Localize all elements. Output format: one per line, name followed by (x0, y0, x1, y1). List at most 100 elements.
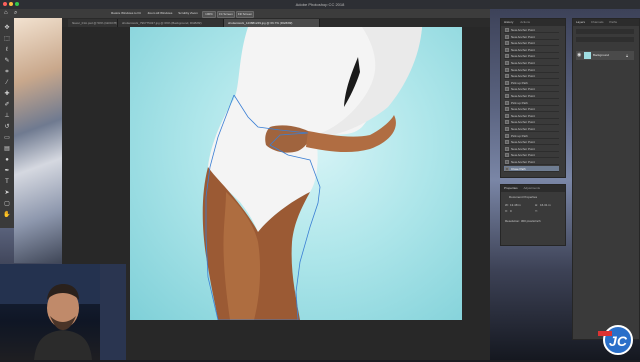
history-item[interactable]: New Anchor Point (504, 86, 559, 93)
pen-tool-icon[interactable]: ✒ (3, 167, 11, 175)
presenter-video (0, 264, 126, 360)
history-panel-header: History Actions (501, 19, 565, 26)
eraser-tool-icon[interactable]: ▭ (3, 134, 11, 142)
history-step-icon (505, 146, 509, 151)
history-step-icon (505, 54, 509, 59)
layer-row[interactable]: ◉ Background 🔒︎ (576, 51, 634, 60)
height-label: H: (535, 203, 538, 207)
history-step-icon (505, 41, 509, 46)
history-item[interactable]: New Anchor Point (504, 113, 559, 119)
tab-channels[interactable]: Channels (591, 20, 604, 24)
layer-name[interactable]: Background (593, 51, 609, 60)
history-item[interactable]: Pick up Path (504, 100, 559, 106)
hand-tool-icon[interactable]: ✋ (3, 211, 11, 219)
history-item[interactable]: New Anchor Point (504, 152, 559, 159)
history-step-icon (505, 94, 509, 98)
scrubby-zoom-checkbox[interactable]: Scrubby Zoom (177, 11, 199, 16)
history-item[interactable]: New Anchor Point (504, 47, 559, 53)
history-item[interactable]: New Anchor Point (504, 146, 559, 152)
history-item[interactable]: Close Path (504, 165, 559, 172)
tab-paths[interactable]: Paths (609, 20, 617, 24)
path-select-tool-icon[interactable]: ➤ (3, 189, 11, 197)
gradient-tool-icon[interactable]: ▤ (3, 145, 11, 153)
move-tool-icon[interactable]: ✥ (3, 24, 11, 32)
zoom-all-windows-checkbox[interactable]: Zoom All Windows (146, 11, 174, 16)
history-step-icon (505, 28, 509, 32)
properties-panel-header: Properties Adjustments (501, 185, 565, 192)
eyedropper-tool-icon[interactable]: ⁄ (3, 79, 11, 87)
history-list: New Anchor Point New Anchor Point New Anch… (501, 27, 565, 177)
history-step-icon (505, 34, 509, 39)
history-item[interactable]: New Anchor Point (504, 119, 559, 126)
healing-brush-tool-icon[interactable]: ✚ (3, 90, 11, 98)
visibility-eye-icon[interactable]: ◉ (577, 52, 581, 59)
width-label: W: (505, 203, 509, 207)
pen-path[interactable] (130, 27, 462, 320)
crop-tool-icon[interactable]: ⌗ (3, 68, 11, 76)
history-item[interactable]: New Anchor Point (504, 60, 559, 66)
resolution-text: Resolution: 300 pixels/inch (505, 219, 541, 223)
history-item[interactable]: New Anchor Point (504, 73, 559, 80)
history-step-icon (505, 153, 509, 158)
history-item[interactable]: Pick up Path (504, 80, 559, 86)
history-step-icon (505, 166, 509, 171)
zoom-100-button[interactable]: 100% (202, 11, 216, 18)
tab-shutterstock-123881249[interactable]: shutterstock_123881249.jpg @ 66.7% (RGB/… (224, 19, 320, 27)
history-step-icon (505, 127, 509, 131)
tab-actions[interactable]: Actions (520, 20, 530, 24)
marquee-tool-icon[interactable]: ⬚ (3, 35, 11, 43)
brush-tool-icon[interactable]: ✐ (3, 101, 11, 109)
history-item[interactable]: New Anchor Point (504, 126, 559, 132)
quick-select-tool-icon[interactable]: ✎ (3, 57, 11, 65)
history-item[interactable]: New Anchor Point (504, 159, 559, 165)
tab-flower[interactable]: flower_01A.psd @ 50% (GRAY/8) (68, 19, 118, 27)
blend-mode-row[interactable] (576, 37, 634, 42)
history-step-icon (505, 113, 509, 118)
fill-screen-button[interactable]: Fill Screen (236, 11, 254, 18)
webcam-overlay (0, 264, 126, 360)
history-brush-tool-icon[interactable]: ↺ (3, 123, 11, 131)
dodge-tool-icon[interactable]: ● (3, 156, 11, 164)
clone-stamp-tool-icon[interactable]: ⊥ (3, 112, 11, 120)
height-value[interactable]: 16.31 in (540, 203, 551, 207)
jc-logo-icon: JC (598, 325, 633, 355)
history-step-icon (505, 61, 509, 65)
history-step-icon (505, 120, 509, 125)
width-value[interactable]: 13.48 in (510, 203, 521, 207)
history-step-icon (505, 140, 509, 145)
document-canvas[interactable] (130, 27, 462, 320)
history-item[interactable]: New Anchor Point (504, 34, 559, 40)
history-panel: History Actions New Anchor Point New Anch… (500, 18, 566, 178)
layers-filter-row[interactable] (576, 29, 634, 34)
y-label: Y: (535, 209, 538, 213)
history-step-icon (505, 87, 509, 92)
history-item[interactable]: Pick up Path (504, 133, 559, 139)
history-step-icon (505, 80, 509, 85)
history-item[interactable]: New Anchor Point (504, 139, 559, 146)
lasso-tool-icon[interactable]: ℓ (3, 46, 11, 54)
history-item[interactable]: New Anchor Point (504, 67, 559, 73)
history-step-icon (505, 74, 509, 79)
history-item[interactable]: New Anchor Point (504, 40, 559, 47)
history-item[interactable]: New Anchor Point (504, 53, 559, 60)
tab-shutterstock-796775437[interactable]: shutterstock_796775437.jpg @ 66% (Backgr… (118, 19, 224, 27)
history-item[interactable]: New Anchor Point (504, 27, 559, 33)
history-item[interactable]: New Anchor Point (504, 93, 559, 99)
zoom-tool-icon[interactable]: ⌕ (14, 10, 20, 16)
home-icon[interactable]: ⌂ (4, 10, 10, 16)
history-step-icon (505, 160, 509, 164)
resize-windows-checkbox[interactable]: Resize Windows to Fit (110, 11, 142, 16)
tab-adjustments[interactable]: Adjustments (524, 186, 541, 190)
tab-layers[interactable]: Layers (576, 20, 585, 24)
x-value[interactable]: 0 (510, 209, 512, 213)
type-tool-icon[interactable]: T (3, 178, 11, 186)
history-item[interactable]: New Anchor Point (504, 106, 559, 113)
x-label: X: (505, 209, 508, 213)
history-step-icon (505, 100, 509, 105)
fit-screen-button[interactable]: Fit Screen (217, 11, 235, 18)
tab-history[interactable]: History (504, 20, 513, 24)
layers-panel-header: Layers Channels Paths (573, 19, 639, 26)
jc-logo-watermark: JC (598, 323, 636, 357)
shape-tool-icon[interactable]: ▢ (3, 200, 11, 208)
tab-properties[interactable]: Properties (504, 186, 518, 190)
